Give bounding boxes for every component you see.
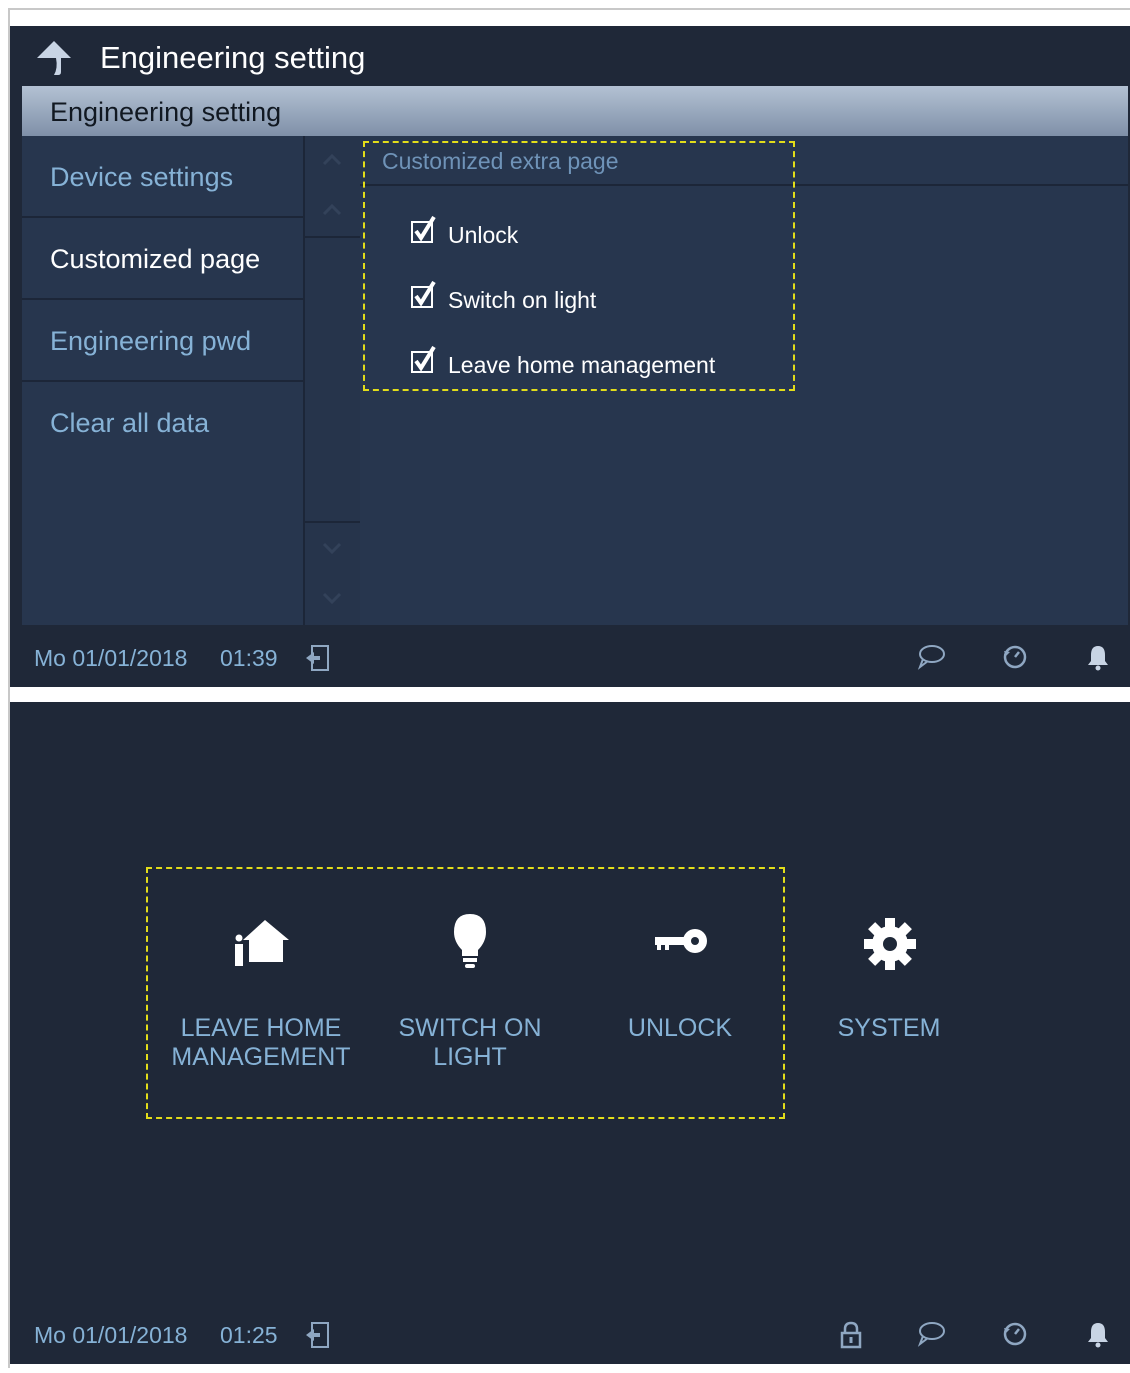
sidebar-item-label: Device settings [50, 162, 234, 192]
header-bar: Engineering setting [10, 26, 1130, 86]
lock-icon[interactable] [836, 1320, 866, 1350]
section-header-title: Engineering setting [50, 97, 282, 127]
highlight-box [363, 141, 795, 391]
exit-icon[interactable] [304, 1320, 334, 1350]
history-icon[interactable] [1000, 1319, 1030, 1349]
tile-system[interactable]: SYSTEM [784, 902, 994, 1092]
sidebar-item-customized-page[interactable]: Customized page [22, 218, 303, 300]
sidebar-scrollbar[interactable] [303, 136, 362, 625]
chevron-up-icon[interactable] [319, 148, 345, 174]
status-time: 01:25 [220, 1322, 278, 1348]
status-date: Mo 01/01/2018 [34, 1322, 188, 1348]
bell-icon[interactable] [1083, 642, 1113, 672]
highlight-box [146, 867, 785, 1119]
scrollbar-divider [305, 521, 360, 523]
sidebar-item-clear-all-data[interactable]: Clear all data [22, 382, 303, 462]
frame-border-top [8, 8, 1130, 10]
page-title: Engineering setting [100, 40, 366, 75]
chevron-up-icon[interactable] [319, 198, 345, 224]
chevron-down-icon[interactable] [319, 534, 345, 560]
settings-sidebar: Device settings Customized page Engineer… [22, 136, 303, 625]
back-arrow-icon[interactable] [34, 38, 74, 78]
sidebar-item-label: Customized page [50, 244, 261, 274]
engineering-settings-screen: Engineering setting Engineering setting … [10, 26, 1130, 687]
sidebar-item-device-settings[interactable]: Device settings [22, 136, 303, 218]
sidebar-item-engineering-pwd[interactable]: Engineering pwd [22, 300, 303, 382]
status-time: 01:39 [220, 645, 278, 671]
message-icon[interactable] [916, 641, 946, 671]
scrollbar-divider [305, 236, 360, 238]
tile-label-line: SYSTEM [837, 1014, 941, 1042]
tile-label: SYSTEM [784, 1014, 994, 1043]
status-bar: Mo 01/01/2018 01:25 [10, 1304, 1130, 1364]
history-icon[interactable] [1000, 642, 1030, 672]
chevron-down-icon[interactable] [319, 584, 345, 610]
status-date: Mo 01/01/2018 [34, 645, 188, 671]
exit-icon[interactable] [304, 643, 334, 673]
message-icon[interactable] [916, 1318, 946, 1348]
sidebar-item-label: Clear all data [50, 408, 210, 438]
status-bar: Mo 01/01/2018 01:39 [10, 627, 1130, 687]
home-screen: LEAVE HOME MANAGEMENT SWITCH ON LIGHT UN… [10, 702, 1130, 1364]
sidebar-item-label: Engineering pwd [50, 326, 252, 356]
section-header: Engineering setting [22, 86, 1128, 136]
bell-icon[interactable] [1083, 1319, 1113, 1349]
gear-icon [864, 918, 916, 970]
